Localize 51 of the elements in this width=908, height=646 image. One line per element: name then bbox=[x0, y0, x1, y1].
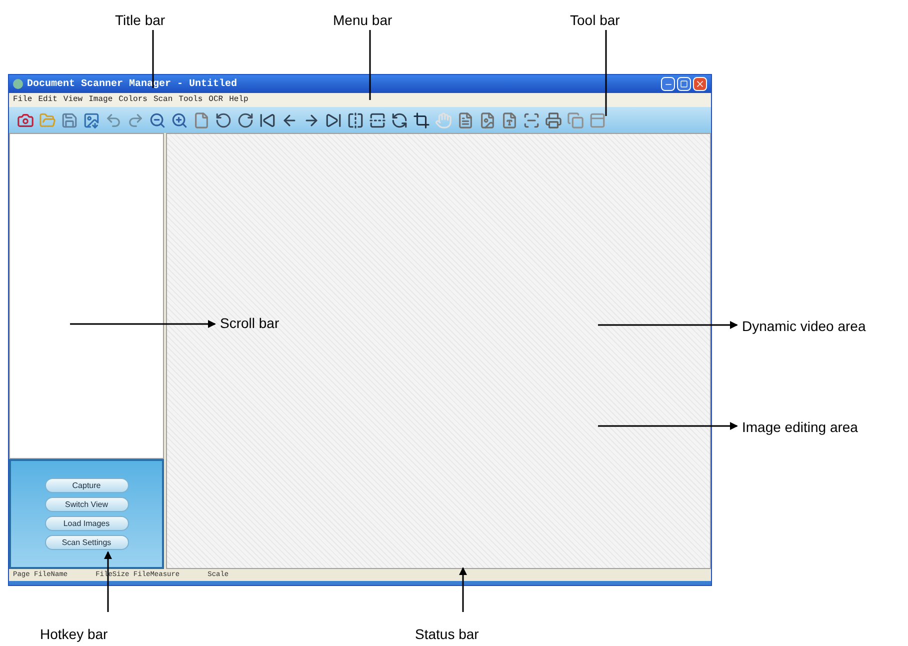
menu-item[interactable]: Tools bbox=[178, 94, 203, 106]
menu-item[interactable]: Scan bbox=[153, 94, 173, 106]
menu-item[interactable]: Edit bbox=[38, 94, 58, 106]
camera-icon[interactable] bbox=[17, 112, 34, 128]
last-icon[interactable] bbox=[325, 112, 342, 128]
menu-item[interactable]: File bbox=[13, 94, 32, 106]
zoom-in-icon[interactable] bbox=[171, 112, 188, 128]
rotate-left-icon[interactable] bbox=[215, 112, 232, 128]
hotkey-button[interactable]: Switch View bbox=[44, 497, 128, 512]
file-icon[interactable] bbox=[501, 112, 518, 128]
callout-label: Menu bar bbox=[333, 11, 392, 30]
menu-item[interactable]: OCR bbox=[208, 94, 224, 106]
callout-label: Image editing area bbox=[742, 418, 858, 437]
redo-icon[interactable] bbox=[127, 112, 144, 128]
document-icon[interactable] bbox=[457, 112, 474, 128]
callout-label: Title bar bbox=[115, 11, 166, 30]
scanner-icon[interactable] bbox=[523, 112, 540, 128]
callout-label: Scroll bar bbox=[220, 314, 280, 333]
rotate-right-icon[interactable] bbox=[237, 112, 254, 128]
crop-icon[interactable] bbox=[413, 112, 430, 128]
close-button[interactable] bbox=[693, 77, 707, 91]
undo-icon[interactable] bbox=[105, 112, 122, 128]
maximize-icon bbox=[680, 80, 688, 88]
hotkey-button[interactable]: Load Images bbox=[44, 516, 128, 531]
menu-item[interactable]: Help bbox=[229, 94, 248, 106]
hotkey-button[interactable]: Scan Settings bbox=[44, 535, 128, 550]
flip-horizontal-icon[interactable] bbox=[347, 112, 364, 128]
zoom-out-icon[interactable] bbox=[149, 112, 166, 128]
flip-vertical-icon[interactable] bbox=[369, 112, 386, 128]
callout-label: Hotkey bar bbox=[40, 625, 108, 644]
leader-line bbox=[369, 30, 371, 100]
callout-label: Status bar bbox=[415, 625, 479, 644]
rotate-icon[interactable] bbox=[391, 112, 408, 128]
menu-item[interactable]: View bbox=[63, 94, 83, 106]
image-file-icon[interactable] bbox=[479, 112, 496, 128]
save-icon[interactable] bbox=[61, 112, 78, 128]
first-icon[interactable] bbox=[259, 112, 276, 128]
app-icon bbox=[13, 79, 23, 89]
menu-item[interactable]: Image bbox=[88, 94, 113, 106]
leader-line bbox=[152, 30, 154, 88]
menu-item[interactable]: Colors bbox=[118, 94, 148, 106]
callout-arrow bbox=[459, 567, 467, 612]
callout-label: Tool bar bbox=[570, 11, 620, 30]
hotkey-button[interactable]: Capture bbox=[44, 478, 128, 493]
close-icon bbox=[695, 79, 705, 89]
callout-label: Dynamic video area bbox=[742, 317, 866, 336]
image-icon[interactable] bbox=[83, 112, 100, 128]
maximize-button[interactable] bbox=[677, 77, 691, 91]
page-icon[interactable] bbox=[193, 112, 210, 128]
printer-icon[interactable] bbox=[545, 112, 562, 128]
minimize-button[interactable] bbox=[661, 77, 675, 91]
